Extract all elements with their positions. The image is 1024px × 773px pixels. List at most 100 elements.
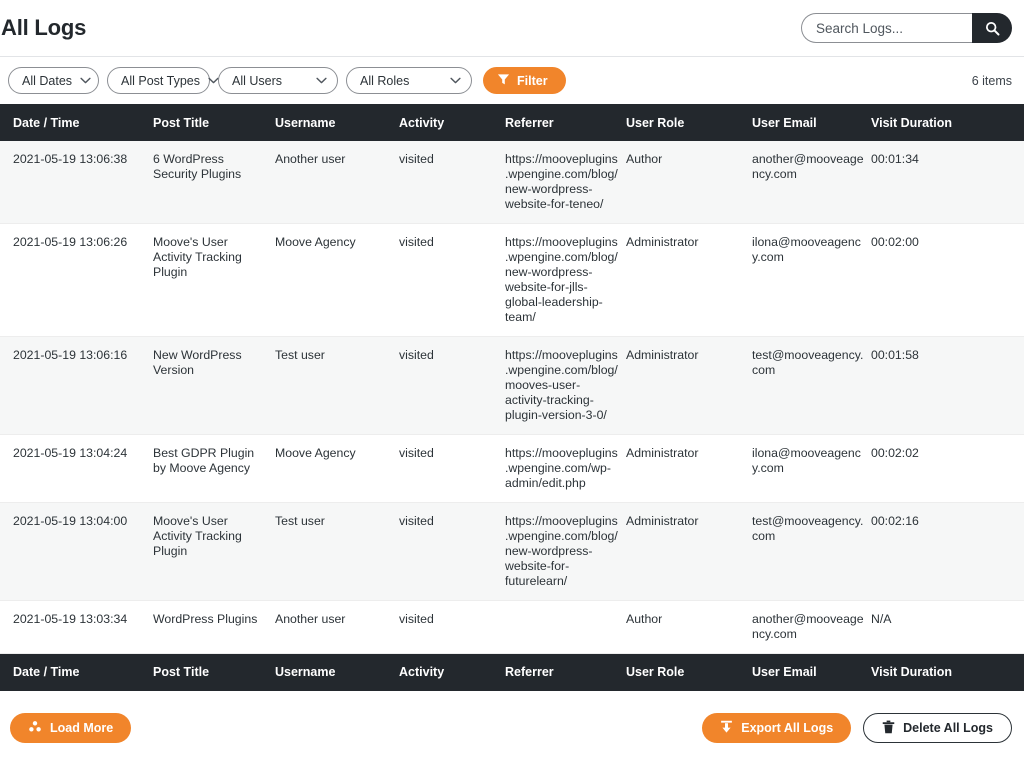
- footer-right-group: Export All Logs Delete All Logs: [702, 713, 1012, 743]
- cell-user-role[interactable]: Author: [626, 600, 752, 654]
- cell-activity: visited: [399, 434, 505, 503]
- cell-referrer[interactable]: [505, 600, 626, 654]
- cell-user-email[interactable]: another@mooveagency.com: [752, 600, 871, 654]
- column-header-user-email[interactable]: User Email: [752, 104, 871, 141]
- cell-referrer[interactable]: https://mooveplugins.wpengine.com/blog/m…: [505, 336, 626, 435]
- cell-user-role[interactable]: Administrator: [626, 502, 752, 601]
- filter-all-dates[interactable]: All Dates: [8, 67, 99, 94]
- cell-user-email[interactable]: test@mooveagency.com: [752, 336, 871, 435]
- column-header-post-title[interactable]: Post Title: [153, 104, 275, 141]
- cell-user-role[interactable]: Author: [626, 141, 752, 224]
- cell-post-title[interactable]: Moove's User Activity Tracking Plugin: [153, 502, 275, 601]
- column-header-activity[interactable]: Activity: [399, 104, 505, 141]
- cell-post-title[interactable]: 6 WordPress Security Plugins: [153, 141, 275, 224]
- column-header-user-role[interactable]: User Role: [626, 104, 752, 141]
- cell-date-time: 2021-05-19 13:06:16: [0, 336, 153, 435]
- export-all-logs-label: Export All Logs: [741, 721, 834, 735]
- delete-all-logs-label: Delete All Logs: [903, 721, 993, 735]
- cell-post-title[interactable]: Moove's User Activity Tracking Plugin: [153, 223, 275, 337]
- footer-column-activity[interactable]: Activity: [399, 653, 505, 691]
- table-header-row: Date / Time Post Title Username Activity…: [0, 104, 1024, 141]
- page-title: All Logs: [1, 15, 87, 40]
- table-row: 2021-05-19 13:04:00 Moove's User Activit…: [0, 502, 1024, 601]
- filter-all-dates-label: All Dates: [22, 73, 73, 88]
- cell-post-title[interactable]: WordPress Plugins: [153, 600, 275, 654]
- cell-username[interactable]: Another user: [275, 141, 399, 224]
- cell-user-role[interactable]: Administrator: [626, 336, 752, 435]
- table-row: 2021-05-19 13:04:24 Best GDPR Plugin by …: [0, 434, 1024, 503]
- table-head: Date / Time Post Title Username Activity…: [0, 104, 1024, 141]
- cell-user-role[interactable]: Administrator: [626, 223, 752, 337]
- table-row: 2021-05-19 13:06:38 6 WordPress Security…: [0, 141, 1024, 224]
- footer-column-date-time[interactable]: Date / Time: [0, 653, 153, 691]
- all-logs-page: All Logs All Dates All Post Types: [0, 0, 1024, 773]
- footer-column-username[interactable]: Username: [275, 653, 399, 691]
- trash-icon: [882, 720, 895, 737]
- filter-all-users[interactable]: All Users: [218, 67, 338, 94]
- filter-button-label: Filter: [517, 73, 548, 88]
- filter-button[interactable]: Filter: [483, 67, 566, 94]
- footer-actions: Load More Export All Logs Delete All Log…: [0, 691, 1024, 766]
- cell-visit-duration: 00:02:00: [871, 223, 1024, 337]
- page-header: All Logs: [0, 0, 1024, 56]
- cell-date-time: 2021-05-19 13:04:00: [0, 502, 153, 601]
- column-header-visit-duration[interactable]: Visit Duration: [871, 104, 1024, 141]
- cell-activity: visited: [399, 223, 505, 337]
- cell-user-email[interactable]: ilona@mooveagency.com: [752, 223, 871, 337]
- cell-referrer[interactable]: https://mooveplugins.wpengine.com/blog/n…: [505, 223, 626, 337]
- cell-user-email[interactable]: ilona@mooveagency.com: [752, 434, 871, 503]
- download-icon: [720, 720, 733, 737]
- cell-post-title[interactable]: New WordPress Version: [153, 336, 275, 435]
- cell-referrer[interactable]: https://mooveplugins.wpengine.com/blog/n…: [505, 141, 626, 224]
- cell-date-time: 2021-05-19 13:06:38: [0, 141, 153, 224]
- items-count: 6 items: [971, 73, 1012, 88]
- filter-all-post-types-label: All Post Types: [121, 73, 200, 88]
- cell-visit-duration: 00:02:16: [871, 502, 1024, 601]
- cell-activity: visited: [399, 600, 505, 654]
- table-footer-row: Date / Time Post Title Username Activity…: [0, 653, 1024, 691]
- footer-column-referrer[interactable]: Referrer: [505, 653, 626, 691]
- search-button[interactable]: [972, 13, 1012, 43]
- cell-visit-duration: N/A: [871, 600, 1024, 654]
- cell-post-title[interactable]: Best GDPR Plugin by Moove Agency: [153, 434, 275, 503]
- cell-activity: visited: [399, 141, 505, 224]
- cell-username[interactable]: Another user: [275, 600, 399, 654]
- footer-column-visit-duration[interactable]: Visit Duration: [871, 653, 1024, 691]
- funnel-icon: [497, 73, 510, 89]
- filter-all-users-label: All Users: [232, 73, 283, 88]
- footer-column-post-title[interactable]: Post Title: [153, 653, 275, 691]
- cell-date-time: 2021-05-19 13:03:34: [0, 600, 153, 654]
- load-more-label: Load More: [50, 721, 114, 735]
- table-row: 2021-05-19 13:06:26 Moove's User Activit…: [0, 223, 1024, 337]
- export-all-logs-button[interactable]: Export All Logs: [702, 713, 852, 743]
- table-row: 2021-05-19 13:06:16 New WordPress Versio…: [0, 336, 1024, 435]
- search-icon: [985, 21, 1000, 36]
- table-row: 2021-05-19 13:03:34 WordPress Plugins An…: [0, 600, 1024, 654]
- column-header-date-time[interactable]: Date / Time: [0, 104, 153, 141]
- cell-date-time: 2021-05-19 13:06:26: [0, 223, 153, 337]
- filter-all-roles[interactable]: All Roles: [346, 67, 472, 94]
- column-header-username[interactable]: Username: [275, 104, 399, 141]
- cell-username[interactable]: Moove Agency: [275, 223, 399, 337]
- cell-username[interactable]: Test user: [275, 336, 399, 435]
- table-foot: Date / Time Post Title Username Activity…: [0, 653, 1024, 691]
- cell-visit-duration: 00:01:58: [871, 336, 1024, 435]
- cell-referrer[interactable]: https://mooveplugins.wpengine.com/blog/n…: [505, 502, 626, 601]
- footer-column-user-role[interactable]: User Role: [626, 653, 752, 691]
- column-header-referrer[interactable]: Referrer: [505, 104, 626, 141]
- cell-activity: visited: [399, 502, 505, 601]
- filter-all-post-types[interactable]: All Post Types: [107, 67, 219, 94]
- delete-all-logs-button[interactable]: Delete All Logs: [863, 713, 1012, 743]
- load-more-button[interactable]: Load More: [10, 713, 132, 743]
- cell-user-role[interactable]: Administrator: [626, 434, 752, 503]
- cell-user-email[interactable]: another@mooveagency.com: [752, 141, 871, 224]
- footer-column-user-email[interactable]: User Email: [752, 653, 871, 691]
- cell-date-time: 2021-05-19 13:04:24: [0, 434, 153, 503]
- chevron-down-icon: [80, 77, 91, 84]
- cell-user-email[interactable]: test@mooveagency.com: [752, 502, 871, 601]
- cell-referrer[interactable]: https://mooveplugins.wpengine.com/wp-adm…: [505, 434, 626, 503]
- cell-username[interactable]: Moove Agency: [275, 434, 399, 503]
- search-input[interactable]: [801, 13, 973, 43]
- cell-username[interactable]: Test user: [275, 502, 399, 601]
- cell-visit-duration: 00:02:02: [871, 434, 1024, 503]
